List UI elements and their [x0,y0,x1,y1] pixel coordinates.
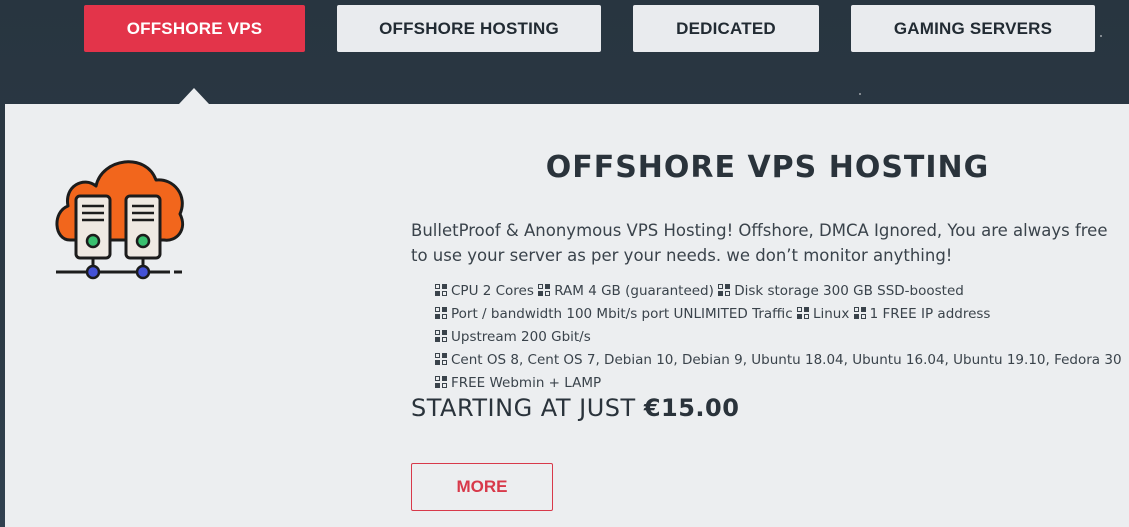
title-part-1: OFFSHORE [545,150,748,185]
feature-item: Port / bandwidth 100 Mbit/s port UNLIMIT… [451,306,793,322]
price-prefix: STARTING AT JUST [411,394,644,422]
grid-bullet-icon [796,307,809,319]
tab-gaming-servers[interactable]: GAMING SERVERS [851,5,1095,52]
feature-item: FREE Webmin + LAMP [451,375,602,391]
tab-offshore-vps[interactable]: OFFSHORE VPS [84,5,305,52]
grid-bullet-icon [435,376,447,388]
cloud-servers-icon [48,150,188,285]
price-value: €15.00 [643,394,740,422]
feature-item: CPU 2 Cores [451,283,534,299]
feature-item: Disk storage 300 GB SSD-boosted [734,283,964,299]
feature-row: Cent OS 8, Cent OS 7, Debian 10, Debian … [435,349,1125,372]
grid-bullet-icon [435,353,447,365]
product-title: OFFSHORE VPS HOSTING [405,150,1129,185]
grid-bullet-icon [718,284,731,296]
feature-row: CPU 2 Cores RAM 4 GB (guaranteed) Disk s… [435,280,1125,303]
feature-item: Cent OS 8, Cent OS 7, Debian 10, Debian … [451,352,1122,368]
feature-row: Port / bandwidth 100 Mbit/s port UNLIMIT… [435,303,1125,326]
grid-bullet-icon [538,284,551,296]
feature-row: Upstream 200 Gbit/s [435,326,1125,349]
grid-bullet-icon [435,330,447,342]
feature-list: CPU 2 Cores RAM 4 GB (guaranteed) Disk s… [435,280,1125,395]
star-dot [859,93,861,95]
feature-item: Upstream 200 Gbit/s [451,329,591,345]
title-part-2: HOSTING [817,150,990,185]
tab-dedicated[interactable]: DEDICATED [633,5,819,52]
active-tab-pointer [179,88,209,104]
feature-item: Linux [812,306,850,322]
title-part-bold: VPS [747,150,818,185]
product-description: BulletProof & Anonymous VPS Hosting! Off… [411,221,1108,265]
grid-bullet-icon [853,307,866,319]
feature-item: RAM 4 GB (guaranteed) [554,283,714,299]
product-tabs: OFFSHORE VPS OFFSHORE HOSTING DEDICATED … [0,5,1129,52]
grid-bullet-icon [435,284,447,296]
starting-price: STARTING AT JUST €15.00 [411,394,739,422]
grid-bullet-icon [435,307,447,319]
tab-offshore-hosting[interactable]: OFFSHORE HOSTING [337,5,601,52]
feature-row: FREE Webmin + LAMP [435,372,1125,395]
feature-item: 1 FREE IP address [869,306,991,322]
more-button[interactable]: MORE [411,463,553,511]
